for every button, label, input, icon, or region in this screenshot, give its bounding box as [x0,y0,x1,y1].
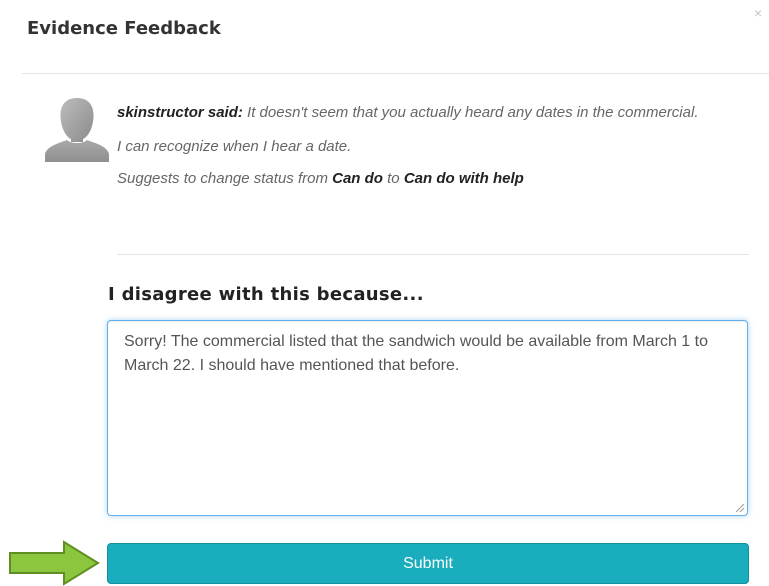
section-divider [117,254,749,255]
header-divider [22,73,769,74]
evidence-statement: I can recognize when I hear a date. [117,138,352,155]
user-silhouette-icon [45,98,109,162]
from-status: Can do [332,170,383,187]
comment-author: skinstructor said: [117,104,243,121]
close-icon[interactable]: × [754,6,762,20]
modal-title: Evidence Feedback [27,18,221,39]
green-arrow-right-icon [9,540,100,586]
status-suggestion: Suggests to change status from Can do to… [117,168,727,190]
feedback-comment: skinstructor said: It doesn't seem that … [117,102,727,190]
disagree-heading: I disagree with this because... [108,284,424,305]
disagree-reason-textarea[interactable]: Sorry! The commercial listed that the sa… [107,320,748,516]
to-status: Can do with help [403,170,524,187]
submit-button[interactable]: Submit [107,543,749,584]
suggestion-prefix: Suggests to change status from [117,170,328,187]
resize-grip-icon[interactable] [734,502,745,513]
suggestion-to-word: to [387,170,400,187]
comment-text: It doesn't seem that you actually heard … [247,104,699,121]
